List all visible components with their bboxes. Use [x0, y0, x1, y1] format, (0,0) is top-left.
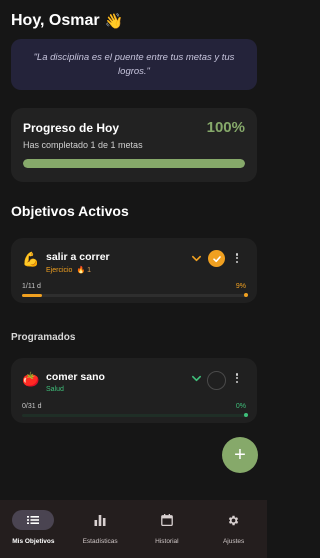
nav-item-ajustes[interactable]: Ajustes — [200, 500, 267, 558]
add-goal-button[interactable]: + — [222, 437, 258, 473]
goal-progress-end-dot — [244, 413, 248, 417]
goal-meta: Salud — [46, 386, 64, 393]
goal-complete-toggle[interactable] — [207, 371, 226, 390]
nav-icon-wrap — [79, 510, 121, 530]
page-title: Hoy, Osmar 👋 — [11, 12, 123, 30]
tomato-icon: 🍅 — [22, 371, 40, 387]
nav-item-mis-objetivos[interactable]: Mis Objetivos — [0, 500, 67, 558]
goal-meta: Ejercicio 🔥 1 — [46, 266, 92, 275]
more-options-icon[interactable] — [233, 251, 241, 265]
goal-streak: 🔥 1 — [76, 267, 92, 274]
list-icon — [27, 516, 40, 524]
nav-label: Historial — [155, 538, 179, 545]
goal-progress-fill — [22, 294, 43, 297]
goal-name: salir a correr — [46, 251, 110, 263]
goal-progress-bar — [22, 413, 248, 417]
goal-category: Ejercicio — [46, 266, 73, 274]
nav-item-historial[interactable]: Historial — [134, 500, 201, 558]
more-options-icon[interactable] — [233, 371, 241, 385]
goal-card-salir-a-correr[interactable]: 💪 salir a correr Ejercicio 🔥 1 1/11 d 9% — [11, 238, 257, 303]
nav-label: Ajustes — [222, 538, 245, 545]
nav-label: Estadísticas — [82, 538, 118, 545]
nav-icon-wrap — [213, 510, 255, 530]
waving-hand-icon: 👋 — [104, 13, 124, 30]
plus-icon: + — [234, 444, 246, 466]
today-progress-percent: 100% — [206, 119, 245, 136]
active-goals-heading: Objetivos Activos — [11, 203, 129, 219]
gear-icon — [228, 515, 239, 525]
nav-icon-wrap — [146, 510, 188, 530]
today-progress-title: Progreso de Hoy — [23, 121, 120, 135]
today-progress-card: Progreso de Hoy 100% Has completado 1 de… — [11, 108, 257, 182]
goal-progress-end-dot — [244, 293, 248, 297]
quote-text: "La disciplina es el puente entre tus me… — [33, 51, 235, 77]
goal-percent: 0% — [235, 403, 246, 410]
check-icon — [212, 255, 221, 262]
quote-card: "La disciplina es el puente entre tus me… — [11, 39, 257, 90]
chevron-down-icon[interactable] — [191, 253, 202, 264]
goal-name: comer sano — [46, 371, 105, 383]
goal-percent: 9% — [235, 283, 246, 290]
goal-count: 0/31 d — [22, 403, 42, 410]
flexed-biceps-icon: 💪 — [22, 251, 40, 267]
goal-complete-toggle[interactable] — [208, 250, 225, 267]
calendar-icon — [161, 514, 173, 526]
nav-item-estadisticas[interactable]: Estadísticas — [67, 500, 134, 558]
bar-chart-icon — [94, 514, 106, 526]
today-progress-subtitle: Has completado 1 de 1 metas — [23, 140, 143, 150]
greeting-text: Hoy, Osmar — [11, 12, 100, 29]
bottom-nav: Mis Objetivos Estadísticas Historial Aju… — [0, 500, 267, 558]
today-progress-bar — [23, 159, 245, 168]
chevron-down-icon[interactable] — [191, 373, 202, 384]
nav-label: Mis Objetivos — [12, 538, 55, 545]
scheduled-goals-heading: Programados — [11, 332, 76, 343]
goal-category: Salud — [46, 386, 64, 393]
goal-count: 1/11 d — [22, 283, 41, 290]
nav-active-indicator — [12, 510, 55, 530]
today-progress-fill — [23, 159, 245, 168]
goal-card-comer-sano[interactable]: 🍅 comer sano Salud 0/31 d 0% — [11, 358, 257, 423]
goal-progress-bar — [22, 293, 248, 297]
